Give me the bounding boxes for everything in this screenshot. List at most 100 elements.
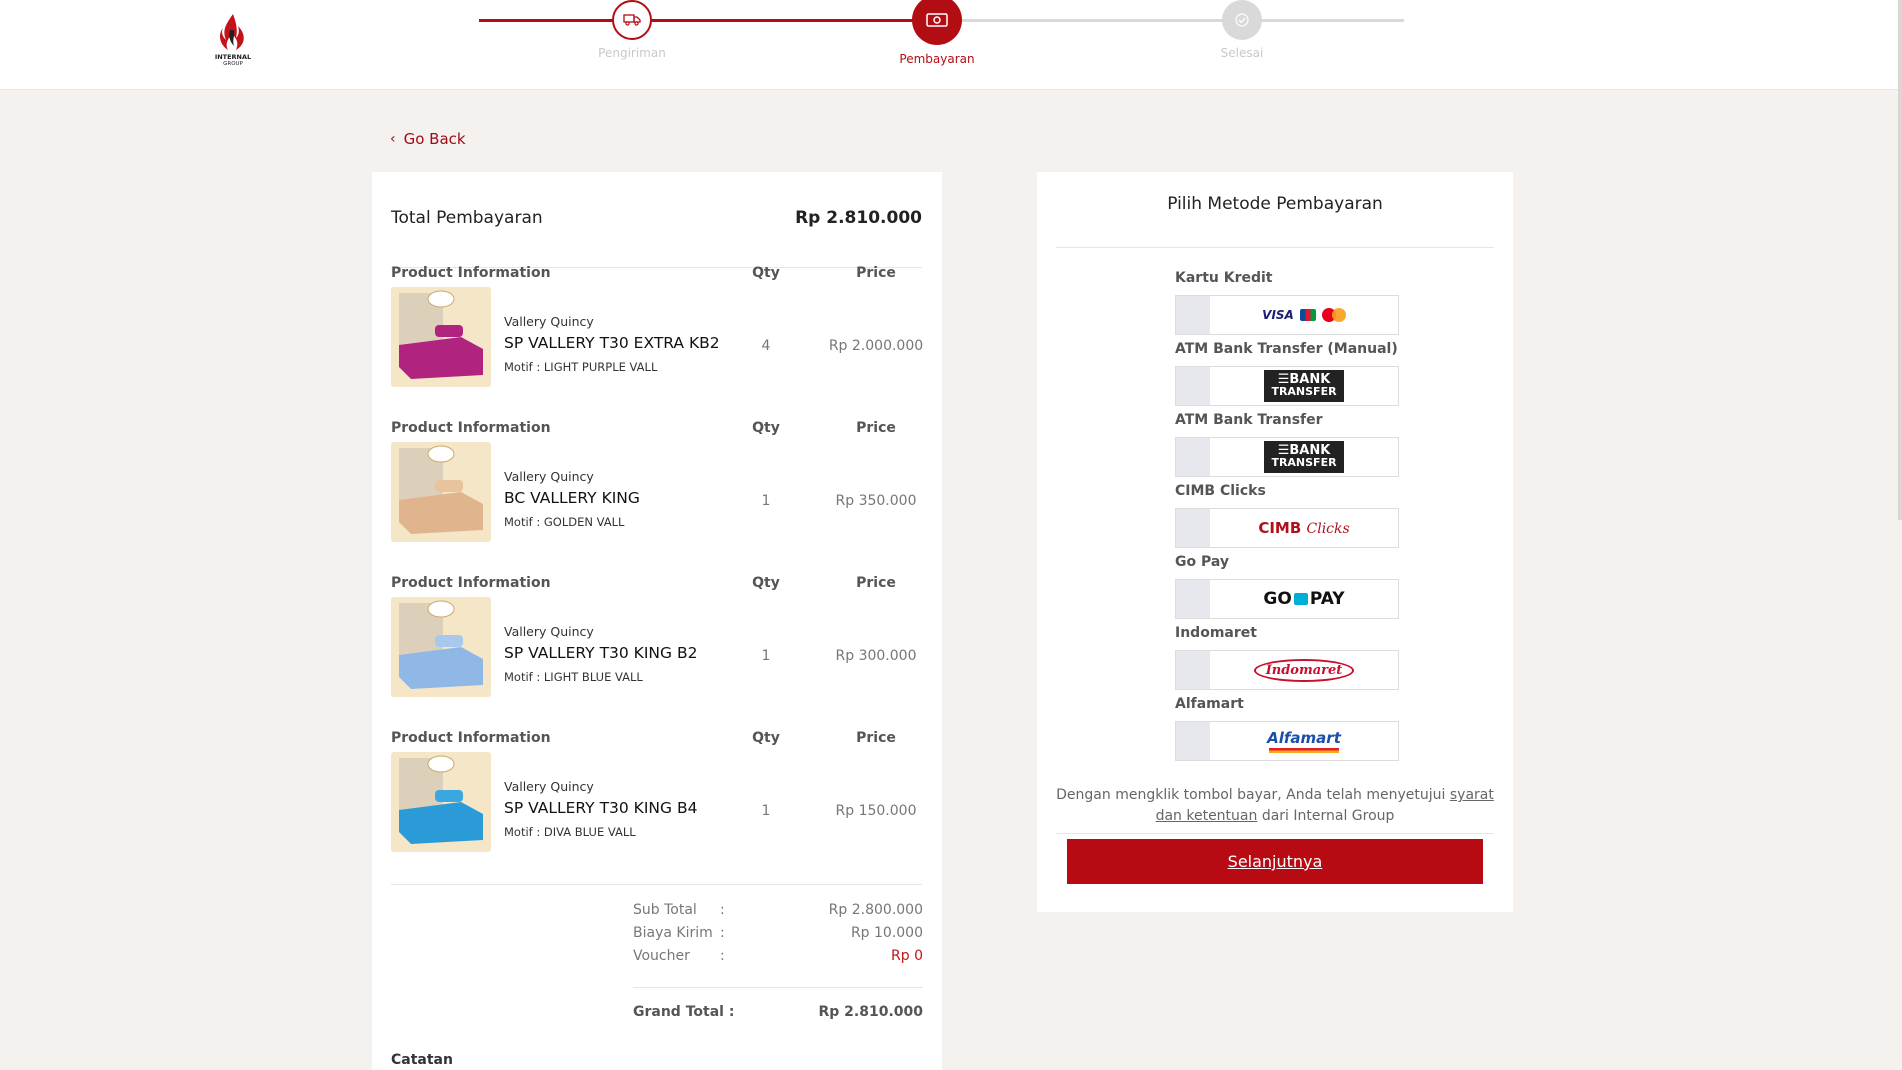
terms-suffix: dari Internal Group (1261, 808, 1395, 824)
scrollbar[interactable] (1898, 0, 1902, 520)
product-motif: Motif : GOLDEN VALL (504, 515, 625, 529)
payment-method-label: ATM Bank Transfer (Manual) (1175, 341, 1398, 357)
divider (633, 987, 923, 988)
product-image[interactable] (391, 597, 491, 697)
voucher-row: Voucher : Rp 0 (633, 948, 923, 968)
internal-group-logo[interactable]: INTERNAL GROUP (208, 12, 258, 72)
product-price: Rp 300.000 (835, 648, 917, 664)
grand-total-value: Rp 2.810.000 (818, 1004, 923, 1020)
product-info-header: Product Information (391, 730, 551, 746)
bank-transfer-logo: ☰BANK TRANSFER (1264, 370, 1344, 402)
product-info-header: Product Information (391, 575, 551, 591)
shipping-value: Rp 10.000 (850, 925, 923, 941)
product-brand: Vallery Quincy (504, 469, 594, 484)
grand-total-row: Grand Total : Rp 2.810.000 (633, 1004, 923, 1024)
product-name: SP VALLERY T30 KING B2 (504, 644, 698, 662)
price-header: Price (856, 265, 896, 281)
check-icon (1235, 13, 1249, 27)
radio-button[interactable] (1176, 367, 1210, 405)
chevron-left-icon: ‹ (390, 131, 396, 147)
product-motif: Motif : DIVA BLUE VALL (504, 825, 636, 839)
indomaret-logo: Indomaret (1253, 658, 1355, 682)
total-payment-label: Total Pembayaran (391, 207, 543, 228)
mastercard-logo (1321, 308, 1346, 322)
terms-prefix: Dengan mengklik tombol bayar, Anda telah… (1056, 787, 1446, 803)
colon: : (720, 902, 725, 918)
order-summary-card: Total Pembayaran Rp 2.810.000 Product In… (372, 172, 942, 1070)
product-qty: 1 (761, 803, 771, 819)
product-brand: Vallery Quincy (504, 779, 594, 794)
payment-option-gopay[interactable]: GO PAY (1175, 579, 1399, 619)
step-selesai[interactable]: Selesai (1162, 0, 1322, 60)
subtotal-value: Rp 2.800.000 (828, 902, 923, 918)
payment-method-label: Indomaret (1175, 625, 1257, 641)
payment-option-cimb-clicks[interactable]: CIMB Clicks (1175, 508, 1399, 548)
bank-transfer-logo: ☰BANK TRANSFER (1264, 441, 1344, 473)
go-back-link[interactable]: ‹ Go Back (390, 130, 466, 148)
truck-icon (623, 14, 641, 26)
colon: : (720, 925, 725, 941)
bank-logo-subtext: TRANSFER (1271, 456, 1337, 469)
voucher-value: Rp 0 (891, 948, 923, 964)
qty-header: Qty (752, 420, 780, 436)
product-item: Product Information Qty Price Vallery Qu… (391, 730, 921, 880)
cimb-clicks-logo: CIMB Clicks (1258, 519, 1350, 537)
product-item: Product Information Qty Price Vallery Qu… (391, 575, 921, 725)
grand-total-label: Grand Total : (633, 1004, 735, 1020)
product-image[interactable] (391, 287, 491, 387)
product-info-header: Product Information (391, 420, 551, 436)
payment-method-label: Kartu Kredit (1175, 270, 1273, 286)
go-back-label: Go Back (403, 130, 466, 148)
total-payment-value: Rp 2.810.000 (795, 207, 922, 228)
payment-option-indomaret[interactable]: Indomaret (1175, 650, 1399, 690)
payment-method-title: Pilih Metode Pembayaran (1056, 192, 1494, 248)
bank-logo-subtext: TRANSFER (1271, 385, 1337, 398)
product-image[interactable] (391, 442, 491, 542)
radio-button[interactable] (1176, 722, 1210, 760)
product-qty: 1 (761, 648, 771, 664)
product-header: Product Information Qty Price (391, 575, 921, 591)
subtotal-row: Sub Total : Rp 2.800.000 (633, 902, 923, 922)
subtotal-label: Sub Total (633, 902, 697, 918)
step-label: Pengiriman (598, 46, 666, 60)
product-header: Product Information Qty Price (391, 420, 921, 436)
product-motif: Motif : LIGHT BLUE VALL (504, 670, 643, 684)
payment-option-bank-transfer-manual[interactable]: ☰BANK TRANSFER (1175, 366, 1399, 406)
radio-button[interactable] (1176, 509, 1210, 547)
product-image[interactable] (391, 752, 491, 852)
shipping-row: Biaya Kirim : Rp 10.000 (633, 925, 923, 945)
product-header: Product Information Qty Price (391, 730, 921, 746)
voucher-label: Voucher (633, 948, 690, 964)
step-circle-pending (1222, 0, 1262, 40)
shipping-label: Biaya Kirim (633, 925, 713, 941)
radio-button[interactable] (1176, 296, 1210, 334)
step-label: Selesai (1220, 46, 1264, 60)
total-payment-row: Total Pembayaran Rp 2.810.000 (391, 192, 922, 268)
credit-card-logos: VISA (1210, 296, 1398, 334)
logo-subtext: GROUP (223, 61, 243, 67)
radio-button[interactable] (1176, 651, 1210, 689)
payment-option-credit-card[interactable]: VISA (1175, 295, 1399, 335)
step-circle-done (612, 0, 652, 40)
qty-header: Qty (752, 730, 780, 746)
money-icon (926, 13, 948, 27)
flame-logo-icon (220, 14, 244, 50)
radio-button[interactable] (1176, 438, 1210, 476)
product-qty: 4 (761, 338, 771, 354)
alfamart-logo: Alfamart (1267, 729, 1341, 753)
product-name: BC VALLERY KING (504, 489, 640, 507)
notes-label: Catatan (391, 1052, 453, 1068)
price-header: Price (856, 575, 896, 591)
price-header: Price (856, 420, 896, 436)
product-motif: Motif : LIGHT PURPLE VALL (504, 360, 658, 374)
next-button[interactable]: Selanjutnya (1067, 839, 1483, 884)
jcb-logo (1299, 309, 1316, 321)
step-label: Pembayaran (899, 52, 975, 66)
step-pengiriman[interactable]: Pengiriman (552, 0, 712, 60)
radio-button[interactable] (1176, 580, 1210, 618)
colon: : (720, 948, 725, 964)
payment-method-label: Go Pay (1175, 554, 1230, 570)
step-pembayaran[interactable]: Pembayaran (857, 0, 1017, 66)
payment-option-alfamart[interactable]: Alfamart (1175, 721, 1399, 761)
payment-option-bank-transfer[interactable]: ☰BANK TRANSFER (1175, 437, 1399, 477)
